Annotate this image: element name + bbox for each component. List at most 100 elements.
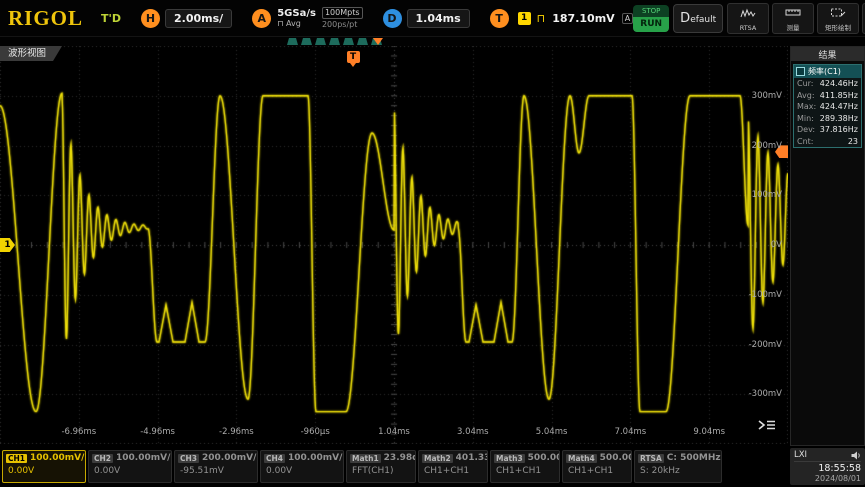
sample-rate: 5GSa/s (277, 8, 316, 20)
channel-box-ch1[interactable]: CH1100.00mV/≈Ω0.00V (2, 450, 86, 483)
channel-box-ch3[interactable]: CH3200.00mV/Ω-95.51mV (174, 450, 258, 483)
delay-knob[interactable]: D (383, 9, 402, 28)
screen-segment-tabs (287, 38, 382, 45)
measurement-row: Cnt:23 (794, 136, 861, 148)
timebase-value[interactable]: 2.00ms/ (165, 9, 232, 28)
measurement-icon (796, 67, 805, 76)
channel-scale: 200.00mV/ (202, 453, 256, 463)
voltage-label: -200mV (749, 340, 782, 350)
channel-box-rtsa[interactable]: RTSAC: 500MHzS: 20kHz (634, 450, 722, 483)
measurement-header: 频率(C1) (794, 65, 861, 78)
sample-resolution: 200ps/pt (322, 20, 363, 29)
measurement-row: Avg:411.85Hz (794, 90, 861, 102)
delay-value[interactable]: 1.04ms (407, 9, 470, 28)
measure-icon (785, 3, 801, 22)
channel-scale: 23.98dB/ (384, 453, 416, 463)
measurement-row: Dev:37.816Hz (794, 124, 861, 136)
default-label: Default (680, 11, 716, 26)
channel-label: Math1 (350, 454, 381, 463)
screen-nav-strip[interactable] (0, 37, 865, 46)
tool-button-measure[interactable]: 测量 (772, 3, 814, 34)
speaker-icon[interactable] (851, 451, 861, 460)
tool-button-label: RTSA (740, 24, 757, 31)
time-label: 1.04ms (378, 427, 410, 437)
measurement-card[interactable]: 频率(C1) Cur:424.46HzAvg:411.85HzMax:424.4… (793, 64, 862, 148)
trigger-position-marker[interactable]: T (347, 51, 360, 63)
oscilloscope-screen: RIGOL T'D H 2.00ms/ A 5GSa/s ⊓ Avg 100Mp… (0, 0, 865, 487)
channel-box-math1[interactable]: Math123.98dB/FFT(CH1) (346, 450, 416, 483)
measurement-name: 频率(C1) (808, 66, 841, 77)
channel-box-ch4[interactable]: CH4100.00mV/0.00V (260, 450, 344, 483)
channel-scale: 100.00mV/ (30, 453, 84, 463)
voltage-label: 0V (771, 240, 782, 250)
tool-button-draw-rect[interactable]: 矩形绘制 (817, 3, 859, 34)
acquisition-mode: ⊓ Avg (277, 19, 316, 28)
voltage-label: -300mV (749, 389, 782, 399)
measurement-row: Cur:424.46Hz (794, 78, 861, 90)
channel-box-math2[interactable]: Math2401.33mV/CH1+CH1 (418, 450, 488, 483)
time-label: 9.04ms (693, 427, 725, 437)
trigger-knob[interactable]: T (490, 9, 509, 28)
measurement-row: Min:289.38Hz (794, 113, 861, 125)
run-label: RUN (633, 17, 669, 32)
channel-label: CH4 (264, 454, 285, 463)
channel-box-ch2[interactable]: CH2100.00mV/0.00V (88, 450, 172, 483)
trigger-level-value[interactable]: 187.10mV (552, 12, 614, 25)
acquire-knob[interactable]: A (252, 9, 271, 28)
nav-segment[interactable] (301, 38, 312, 45)
horizontal-knob[interactable]: H (141, 9, 160, 28)
nav-segment[interactable] (287, 38, 298, 45)
screen-position-marker[interactable] (373, 38, 383, 45)
acq-mode-label: Avg (286, 19, 301, 28)
channel-value: CH1+CH1 (566, 466, 628, 476)
horizontal-group: H 2.00ms/ (141, 9, 232, 28)
channel-value: S: 20kHz (638, 466, 718, 476)
voltage-label: 200mV (752, 141, 782, 151)
results-expand-icon[interactable] (756, 418, 778, 432)
nav-segment[interactable] (343, 38, 354, 45)
channel-scale: 401.33mV/ (456, 453, 488, 463)
clock-time: 18:55:58 (794, 463, 861, 474)
voltage-label: 300mV (752, 91, 782, 101)
channel-value: 0.00V (92, 466, 168, 476)
channel-label: Math2 (422, 454, 453, 463)
brand-logo: RIGOL (8, 6, 83, 31)
view-tab[interactable]: 波形视图 (0, 46, 62, 61)
channel-box-math3[interactable]: Math3500.00mV/CH1+CH1 (490, 450, 560, 483)
trigger-source-badge[interactable]: 1 (518, 12, 531, 25)
channel-scale: 100.00mV/ (116, 453, 170, 463)
results-panel: 结果 频率(C1) Cur:424.46HzAvg:411.85HzMax:42… (790, 46, 865, 446)
tool-button-label: 矩形绘制 (825, 23, 851, 32)
time-label: -4.96ms (140, 427, 175, 437)
tool-button-spectrum[interactable]: RTSA (727, 3, 769, 34)
default-button[interactable]: Default (673, 4, 723, 33)
channel-value: 0.00V (6, 466, 82, 476)
nav-segment[interactable] (329, 38, 340, 45)
voltage-label: -100mV (749, 290, 782, 300)
trigger-status: T'D (101, 12, 121, 25)
clock-date: 2024/08/01 (794, 474, 861, 483)
channel1-marker[interactable]: 1 (0, 238, 15, 252)
channel-box-math4[interactable]: Math4500.00mV/CH1+CH1 (562, 450, 632, 483)
measurement-rows: Cur:424.46HzAvg:411.85HzMax:424.47HzMin:… (794, 78, 861, 147)
topbar: RIGOL T'D H 2.00ms/ A 5GSa/s ⊓ Avg 100Mp… (0, 0, 865, 37)
voltage-label: 100mV (752, 190, 782, 200)
channel-label: Math3 (494, 454, 525, 463)
system-clock[interactable]: LXI 18:55:58 2024/08/01 (790, 448, 865, 485)
channel-label: RTSA (638, 454, 664, 463)
run-stop-button[interactable]: STOP RUN (633, 5, 669, 32)
trigger-slope-icon: ⊓ (537, 13, 546, 24)
time-label: -960µs (301, 427, 330, 437)
waveform-view[interactable]: 波形视图 T 1 300mV 200mV 100mV 0V -100mV -200mV -3… (0, 46, 788, 448)
channel-scale: 500.00mV/ (528, 453, 560, 463)
delay-group: D 1.04ms (383, 9, 470, 28)
avg-waveform-icon: ⊓ (277, 19, 283, 28)
channel-label: CH3 (178, 454, 199, 463)
time-label: -6.96ms (61, 427, 96, 437)
nav-segment[interactable] (357, 38, 368, 45)
nav-segment[interactable] (315, 38, 326, 45)
time-label: 7.04ms (615, 427, 647, 437)
topbar-tool-buttons: RTSA测量矩形绘制多窗口光标 (727, 3, 865, 34)
channel-label: CH2 (92, 454, 113, 463)
draw-rect-icon (830, 3, 846, 22)
